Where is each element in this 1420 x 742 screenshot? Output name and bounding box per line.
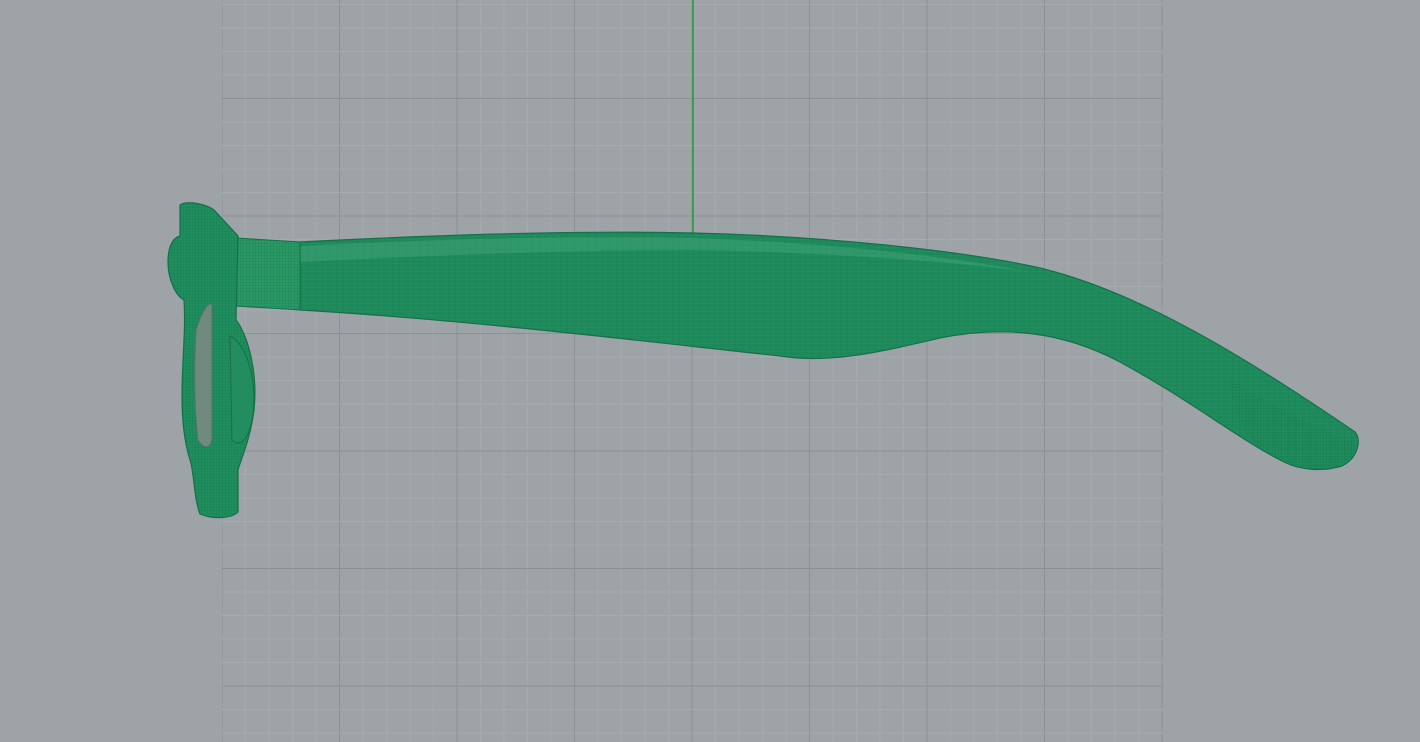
- viewport-canvas[interactable]: [0, 0, 1420, 742]
- hinge-wireframe: [236, 238, 300, 310]
- lens: [194, 303, 213, 448]
- 3d-viewport[interactable]: [0, 0, 1420, 742]
